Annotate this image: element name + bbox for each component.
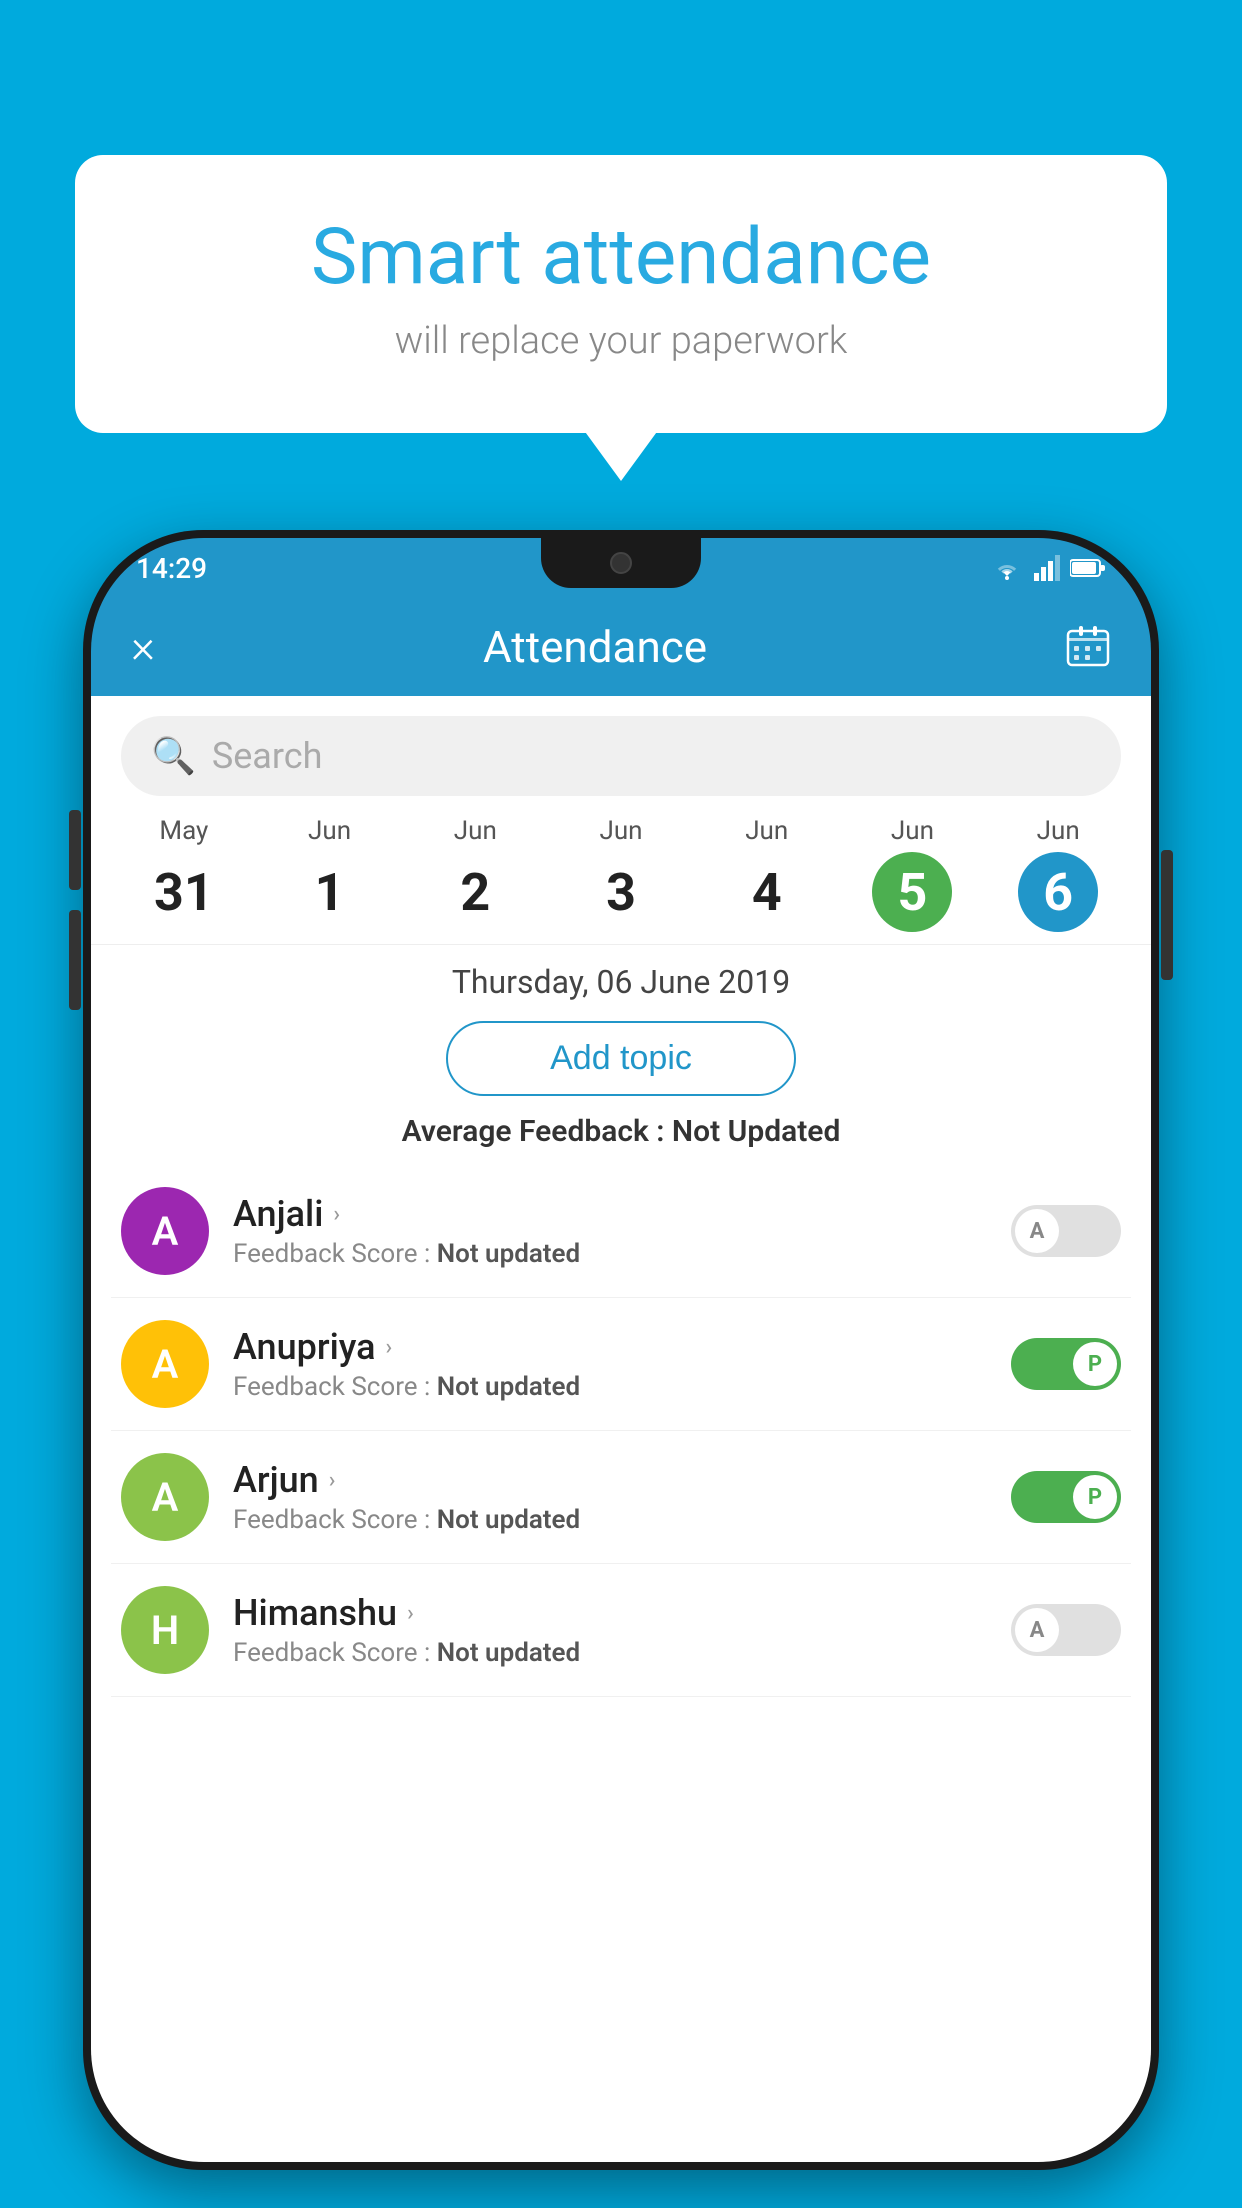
volume-down-button [69,910,81,1010]
camera [610,552,632,574]
avatar: A [121,1187,209,1275]
close-button[interactable]: × [131,620,155,674]
chevron-icon: › [329,1468,336,1493]
student-name: Anjali › [233,1193,1011,1235]
feedback-score: Feedback Score : Not updated [233,1638,1011,1668]
chevron-icon: › [333,1202,340,1227]
search-icon: 🔍 [151,735,196,777]
student-name: Himanshu › [233,1592,1011,1634]
chevron-icon: › [407,1601,414,1626]
student-list: AAnjali ›Feedback Score : Not updatedAAA… [91,1165,1151,1697]
student-row[interactable]: AAnjali ›Feedback Score : Not updatedA [111,1165,1131,1298]
calendar-strip: May31Jun1Jun2Jun3Jun4Jun5Jun6 [91,806,1151,945]
wifi-icon [990,555,1024,581]
student-info: Anjali › Feedback Score : Not updated [233,1193,1011,1269]
calendar-day[interactable]: Jun3 [548,816,694,944]
selected-date: Thursday, 06 June 2019 [91,945,1151,1011]
speech-bubble: Smart attendance will replace your paper… [75,155,1167,433]
bubble-title: Smart attendance [155,215,1087,301]
calendar-day[interactable]: Jun6 [985,816,1131,944]
avatar: H [121,1586,209,1674]
calendar-day[interactable]: May31 [111,816,257,944]
status-time: 14:29 [136,552,207,585]
student-row[interactable]: A Arjun › Feedback Score : Not updatedP [111,1431,1131,1564]
power-button [1161,850,1173,980]
feedback-score: Feedback Score : Not updated [233,1505,1011,1535]
bubble-subtitle: will replace your paperwork [155,319,1087,363]
phone-frame: 14:29 [83,530,1159,2170]
app-title: Attendance [185,621,1005,673]
student-name: Anupriya › [233,1326,1011,1368]
student-row[interactable]: H Himanshu › Feedback Score : Not updatedA [111,1564,1131,1697]
student-info: Himanshu › Feedback Score : Not updated [233,1592,1011,1668]
student-info: Arjun › Feedback Score : Not updated [233,1459,1011,1535]
avg-feedback-value: Not Updated [672,1114,840,1149]
phone-notch [541,538,701,588]
avatar: A [121,1320,209,1408]
student-info: Anupriya › Feedback Score : Not updated [233,1326,1011,1402]
calendar-day[interactable]: Jun5 [840,816,986,944]
feedback-score: Feedback Score : Not updated [233,1239,1011,1269]
attendance-toggle[interactable]: A [1011,1604,1121,1656]
battery-icon [1070,558,1106,578]
search-bar[interactable]: 🔍 Search [121,716,1121,796]
phone-inner: 14:29 [91,538,1151,2162]
attendance-toggle[interactable]: A [1011,1205,1121,1257]
student-name: Arjun › [233,1459,1011,1501]
status-icons [990,555,1106,581]
calendar-day[interactable]: Jun4 [694,816,840,944]
student-row[interactable]: A Anupriya › Feedback Score : Not updatedP [111,1298,1131,1431]
calendar-day[interactable]: Jun1 [257,816,403,944]
add-topic-button[interactable]: Add topic [446,1021,796,1096]
chevron-icon: › [386,1335,393,1360]
feedback-score: Feedback Score : Not updated [233,1372,1011,1402]
avatar: A [121,1453,209,1541]
speech-bubble-container: Smart attendance will replace your paper… [75,155,1167,433]
calendar-day[interactable]: Jun2 [402,816,548,944]
app-bar: × Attendance [91,598,1151,696]
avg-feedback: Average Feedback : Not Updated [91,1106,1151,1165]
attendance-toggle[interactable]: P [1011,1471,1121,1523]
attendance-toggle[interactable]: P [1011,1338,1121,1390]
calendar-icon[interactable] [1065,624,1111,670]
avg-feedback-label: Average Feedback : [402,1114,672,1149]
volume-up-button [69,810,81,890]
content-area: 🔍 Search May31Jun1Jun2Jun3Jun4Jun5Jun6 T… [91,696,1151,2162]
search-placeholder: Search [212,735,323,777]
signal-icon [1034,555,1060,581]
